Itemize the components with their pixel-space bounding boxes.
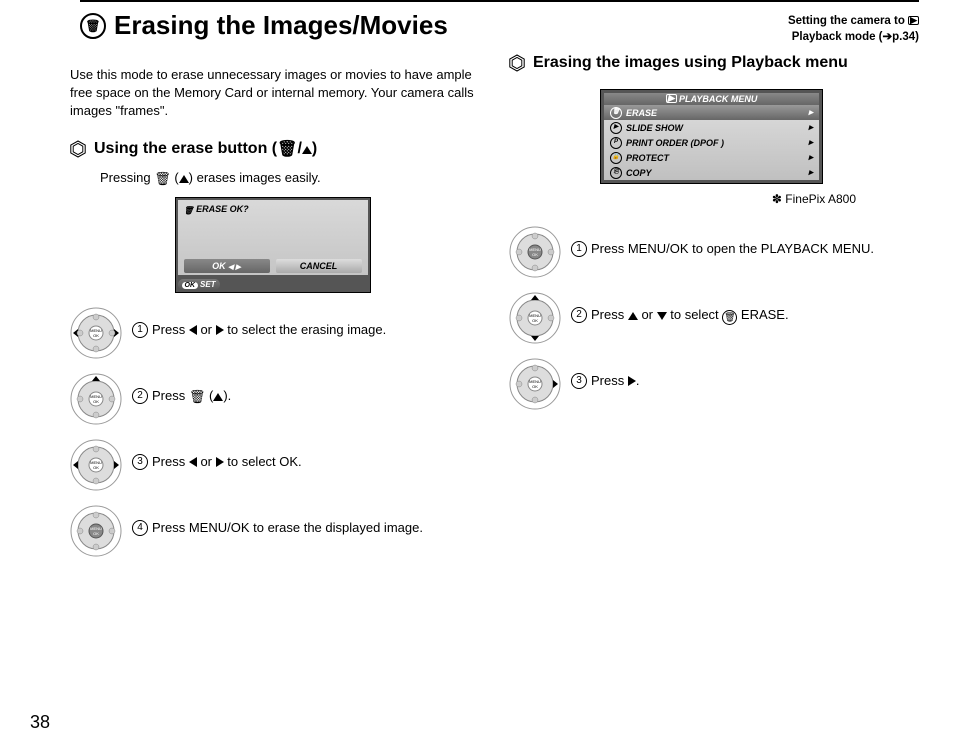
step-row: MENUOK 1 Press or to select the erasing … <box>70 307 475 359</box>
lcd-playback-menu: ▶ PLAYBACK MENU 🗑ERASE ▸ ▶SLIDE SHOW ▸ P… <box>600 89 823 184</box>
section-2-heading: Erasing the images using Playback menu <box>509 53 914 73</box>
playback-icon: ▶ <box>908 16 919 25</box>
left-icon <box>189 457 197 467</box>
step-number: 1 <box>571 241 587 257</box>
right-icon <box>628 376 636 386</box>
menu-item: 🔒PROTECT ▸ <box>604 150 819 165</box>
section-1-heading: Using the erase button (🗑/) <box>70 139 475 160</box>
header-setting: Setting the camera to ▶ Playback mode (➔… <box>788 10 919 45</box>
svg-text:OK: OK <box>532 252 538 257</box>
lcd-erase-ok: 🗑 ERASE OK? OK ◀ ▶ CANCEL OKSET <box>175 197 371 293</box>
dpad-icon: MENUOK <box>70 373 122 425</box>
section-1-sub: Pressing 🗑 () erases images easily. <box>100 170 475 187</box>
dpad-icon: MENUOK <box>70 307 122 359</box>
lcd-cancel-button: CANCEL <box>276 259 362 273</box>
step-number: 2 <box>132 388 148 404</box>
step-number: 2 <box>571 307 587 323</box>
model-note: ✽ FinePix A800 <box>509 192 856 206</box>
step-row: MENUOK 3 Press or to select OK. <box>70 439 475 491</box>
step-number: 4 <box>132 520 148 536</box>
step-number: 3 <box>571 373 587 389</box>
trash-icon: 🗑 <box>80 13 106 39</box>
trash-icon: 🗑 <box>722 310 737 325</box>
dpad-icon: MENUOK <box>70 505 122 557</box>
title-text: Erasing the Images/Movies <box>114 10 448 41</box>
dpad-icon: MENUOK <box>70 439 122 491</box>
right-icon <box>216 457 224 467</box>
svg-text:OK: OK <box>532 318 538 323</box>
page-title: 🗑 Erasing the Images/Movies <box>80 10 448 41</box>
step-row: MENUOK 2 Press or to select 🗑 ERASE. <box>509 292 914 344</box>
step-number: 3 <box>132 454 148 470</box>
svg-text:OK: OK <box>93 465 99 470</box>
svg-text:OK: OK <box>532 384 538 389</box>
page-number: 38 <box>30 712 50 733</box>
right-icon <box>216 325 224 335</box>
up-icon <box>628 312 638 320</box>
step-number: 1 <box>132 322 148 338</box>
svg-text:OK: OK <box>93 531 99 536</box>
menu-item: PPRINT ORDER (DPOF ) ▸ <box>604 135 819 150</box>
step-row: MENUOK 3 Press . <box>509 358 914 410</box>
up-icon <box>213 393 223 401</box>
dpad-icon: MENUOK <box>509 226 561 278</box>
hexagon-icon <box>509 54 525 72</box>
menu-item: ⎘COPY ▸ <box>604 165 819 180</box>
step-row: MENUOK 1 Press MENU/OK to open the PLAYB… <box>509 226 914 278</box>
lcd-ok-button: OK ◀ ▶ <box>184 259 270 273</box>
dpad-icon: MENUOK <box>509 358 561 410</box>
step-row: MENUOK 4 Press MENU/OK to erase the disp… <box>70 505 475 557</box>
down-icon <box>657 312 667 320</box>
up-icon <box>302 146 312 154</box>
svg-text:OK: OK <box>93 333 99 338</box>
step-row: MENUOK 2 Press 🗑 (). <box>70 373 475 425</box>
hexagon-icon <box>70 140 86 158</box>
menu-item-erase: 🗑ERASE ▸ <box>604 105 819 120</box>
intro-text: Use this mode to erase unnecessary image… <box>70 66 475 121</box>
left-icon <box>189 325 197 335</box>
up-icon <box>179 175 189 183</box>
dpad-icon: MENUOK <box>509 292 561 344</box>
menu-item: ▶SLIDE SHOW ▸ <box>604 120 819 135</box>
svg-text:OK: OK <box>93 399 99 404</box>
